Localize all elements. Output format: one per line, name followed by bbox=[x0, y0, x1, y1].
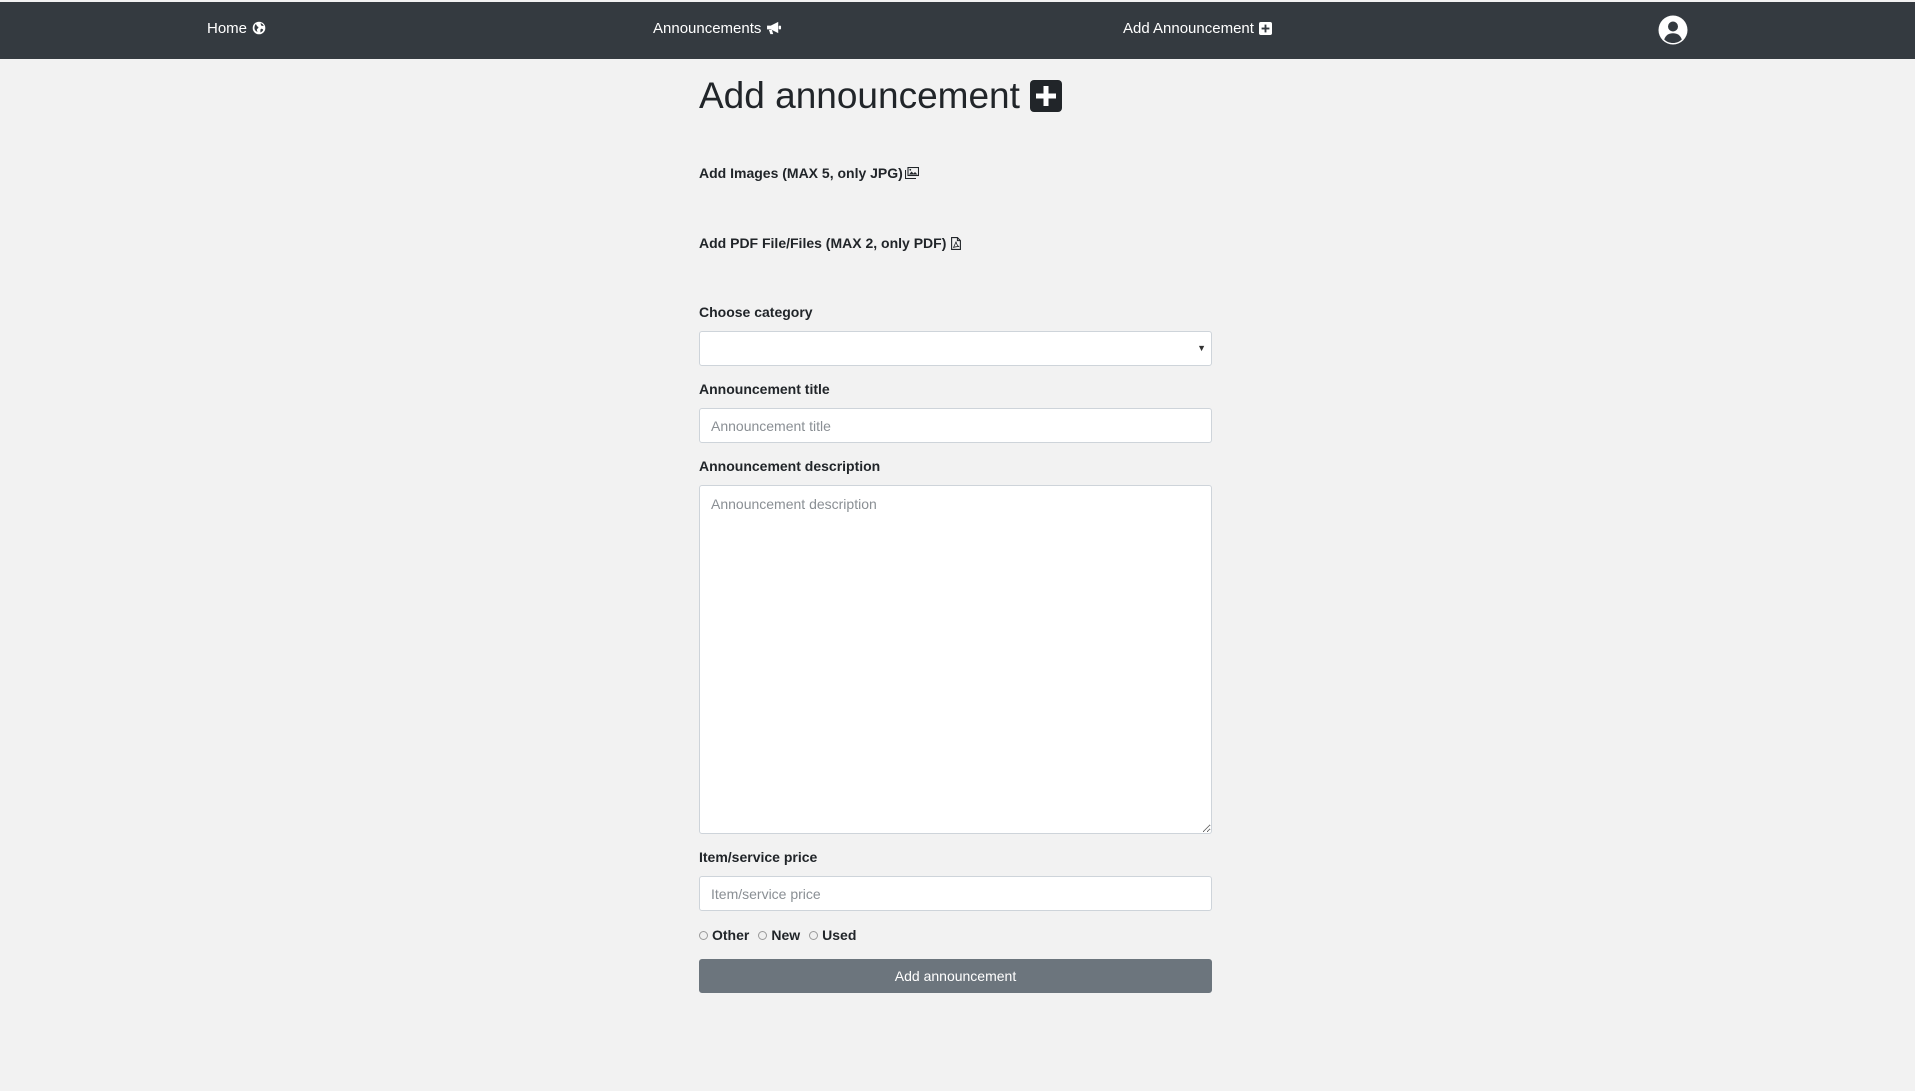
condition-option-label: Used bbox=[822, 927, 857, 943]
pdf-upload-label-text: Add PDF File/Files (MAX 2, only PDF) bbox=[699, 235, 947, 251]
top-navbar: Home Announcements Add Announcement bbox=[0, 2, 1915, 59]
file-pdf-icon bbox=[951, 236, 962, 250]
nav-home-label: Home bbox=[207, 19, 248, 37]
radio-circle[interactable] bbox=[758, 930, 768, 940]
globe-icon bbox=[252, 21, 266, 35]
radio-circle[interactable] bbox=[699, 930, 708, 940]
price-label: Item/service price bbox=[699, 849, 818, 865]
announcement-title-input[interactable] bbox=[699, 408, 1212, 443]
user-circle-icon bbox=[1658, 15, 1688, 49]
pdf-upload-label[interactable]: Add PDF File/Files (MAX 2, only PDF) bbox=[699, 235, 962, 251]
user-account-button[interactable] bbox=[1658, 15, 1688, 45]
title-label: Announcement title bbox=[699, 381, 830, 397]
page-title: Add announcement bbox=[699, 74, 1062, 118]
condition-radio-group: Other New Used bbox=[699, 927, 865, 943]
condition-option-label: New bbox=[771, 927, 801, 943]
condition-radio-other[interactable]: Other bbox=[699, 927, 749, 943]
page-title-text: Add announcement bbox=[699, 75, 1020, 116]
plus-square-icon bbox=[1029, 80, 1062, 112]
price-input[interactable] bbox=[699, 876, 1212, 911]
description-label: Announcement description bbox=[699, 458, 881, 474]
plus-square-icon bbox=[1258, 21, 1272, 35]
images-upload-label-text: Add Images (MAX 5, only JPG) bbox=[699, 165, 903, 181]
nav-announcements-label: Announcements bbox=[653, 19, 762, 37]
nav-announcements-link[interactable]: Announcements bbox=[653, 2, 783, 54]
nav-add-announcement-label: Add Announcement bbox=[1123, 19, 1254, 37]
chevron-down-icon: ▼ bbox=[1197, 343, 1206, 353]
nav-home-link[interactable]: Home bbox=[207, 2, 266, 54]
condition-radio-used[interactable]: Used bbox=[809, 927, 856, 943]
category-label: Choose category bbox=[699, 304, 813, 320]
images-upload-label[interactable]: Add Images (MAX 5, only JPG) bbox=[699, 165, 919, 181]
condition-option-label: Other bbox=[712, 927, 750, 943]
bullhorn-icon bbox=[766, 21, 783, 35]
radio-circle[interactable] bbox=[809, 930, 819, 940]
announcement-description-textarea[interactable] bbox=[699, 485, 1212, 834]
images-icon bbox=[904, 167, 919, 179]
condition-radio-new[interactable]: New bbox=[758, 927, 800, 943]
category-select[interactable]: ▼ bbox=[699, 331, 1212, 366]
nav-add-announcement-link[interactable]: Add Announcement bbox=[1123, 2, 1272, 54]
add-announcement-button[interactable]: Add announcement bbox=[699, 959, 1212, 993]
